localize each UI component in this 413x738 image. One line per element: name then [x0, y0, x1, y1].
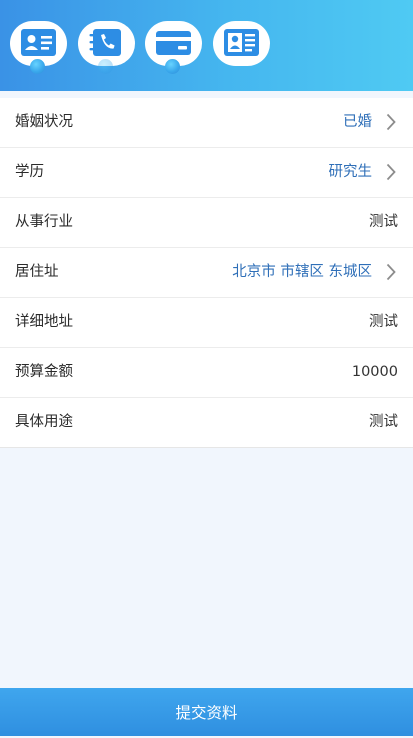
phone-book-icon: [89, 29, 121, 56]
purpose-label: 具体用途: [15, 414, 73, 430]
education-value[interactable]: 研究生: [329, 148, 373, 197]
step-contacts[interactable]: [78, 21, 135, 74]
step-bank-card[interactable]: [145, 21, 202, 74]
budget-row[interactable]: 预算金额 10000: [0, 348, 413, 398]
step-indicator-dot: [98, 59, 113, 74]
step-indicator-dot: [30, 59, 45, 74]
education-label: 学历: [15, 164, 44, 180]
info-form: 婚姻状况 已婚 学历 研究生 从事行业 测试 居住址 北京市 市辖区 东城区 详…: [0, 98, 413, 448]
purpose-row[interactable]: 具体用途 测试: [0, 398, 413, 448]
id-card-icon: [21, 29, 56, 56]
budget-label: 预算金额: [15, 364, 73, 380]
address-label: 详细地址: [15, 314, 73, 330]
address-row[interactable]: 详细地址 测试: [0, 298, 413, 348]
marital-status-label: 婚姻状况: [15, 114, 73, 130]
marital-status-value[interactable]: 已婚: [343, 98, 372, 147]
industry-label: 从事行业: [15, 214, 73, 230]
progress-header: [0, 0, 413, 91]
personal-info-icon: [224, 29, 259, 56]
residence-label: 居住址: [15, 264, 59, 280]
chevron-right-icon[interactable]: [386, 263, 396, 281]
step-indicator-dot: [165, 59, 180, 74]
purpose-value[interactable]: 测试: [369, 398, 398, 447]
industry-row[interactable]: 从事行业 测试: [0, 198, 413, 248]
submit-button[interactable]: 提交资料: [0, 688, 413, 736]
residence-value[interactable]: 北京市 市辖区 东城区: [232, 248, 372, 297]
residence-row[interactable]: 居住址 北京市 市辖区 东城区: [0, 248, 413, 298]
industry-value[interactable]: 测试: [369, 198, 398, 247]
address-value[interactable]: 测试: [369, 298, 398, 347]
chevron-right-icon[interactable]: [386, 113, 396, 131]
budget-value[interactable]: 10000: [352, 348, 398, 397]
step-personal-info[interactable]: [213, 21, 270, 66]
bank-card-icon: [156, 31, 191, 55]
step-id-card[interactable]: [10, 21, 67, 74]
chevron-right-icon[interactable]: [386, 163, 396, 181]
marital-status-row[interactable]: 婚姻状况 已婚: [0, 98, 413, 148]
education-row[interactable]: 学历 研究生: [0, 148, 413, 198]
